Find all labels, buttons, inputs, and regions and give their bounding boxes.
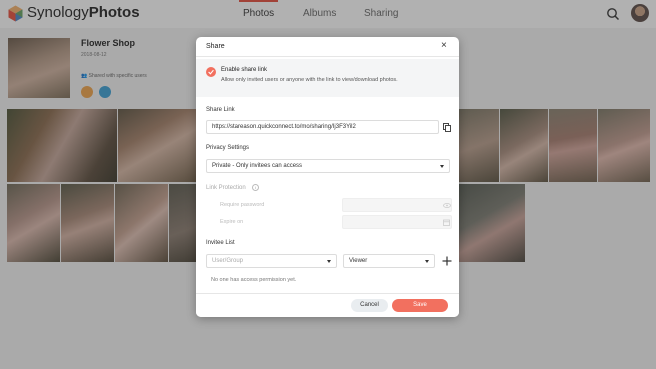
role-value: Viewer	[349, 258, 368, 264]
add-invitee-icon[interactable]	[441, 255, 453, 267]
privacy-settings-value: Private - Only invitees can access	[212, 163, 303, 169]
enable-share-description: Allow only invited users or anyone with …	[221, 77, 398, 83]
user-group-select[interactable]: User/Group	[206, 254, 337, 268]
dialog-title: Share	[206, 43, 225, 50]
checkmark-icon	[208, 69, 214, 75]
close-icon[interactable]: ×	[441, 41, 447, 51]
chevron-down-icon	[425, 260, 429, 263]
expire-date-field[interactable]	[342, 215, 452, 229]
cancel-button[interactable]: Cancel	[351, 299, 388, 312]
save-button[interactable]: Save	[392, 299, 448, 312]
link-protection-label: Link Protection	[206, 185, 246, 191]
privacy-settings-select[interactable]: Private - Only invitees can access	[206, 159, 450, 173]
enable-share-label: Enable share link	[221, 67, 268, 73]
invitee-list-label: Invitee List	[206, 240, 235, 246]
require-password-label: Require password	[220, 202, 265, 208]
chevron-down-icon	[440, 165, 444, 168]
role-select[interactable]: Viewer	[343, 254, 435, 268]
calendar-icon[interactable]	[443, 219, 450, 226]
copy-icon[interactable]	[443, 123, 451, 132]
eye-icon[interactable]	[443, 203, 451, 208]
share-link-field[interactable]: https://stareason.quickconnect.to/mo/sha…	[206, 120, 439, 134]
chevron-down-icon	[327, 260, 331, 263]
invitee-empty-message: No one has access permission yet.	[211, 277, 297, 283]
password-field[interactable]	[342, 198, 452, 212]
share-dialog: Share × Enable share link Allow only inv…	[196, 37, 459, 317]
dialog-footer: Cancel Save	[196, 293, 459, 317]
divider	[196, 56, 459, 57]
info-icon[interactable]: i	[252, 184, 259, 191]
share-link-label: Share Link	[206, 107, 235, 113]
expire-on-label: Expire on	[220, 219, 244, 225]
enable-share-checkbox[interactable]	[206, 67, 216, 77]
user-group-placeholder: User/Group	[212, 258, 244, 264]
privacy-settings-label: Privacy Settings	[206, 145, 250, 151]
